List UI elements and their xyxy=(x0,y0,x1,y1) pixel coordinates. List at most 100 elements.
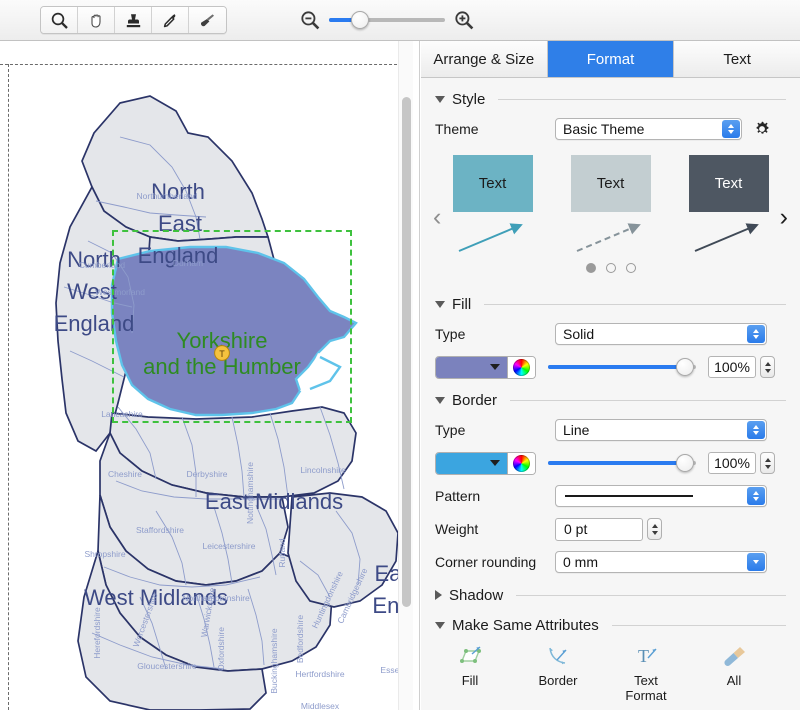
carousel-dot-1[interactable] xyxy=(585,263,596,273)
make-same-all-button[interactable]: All xyxy=(703,644,765,704)
make-same-border-button[interactable]: Border xyxy=(527,644,589,704)
sidebar-tabbar: Arrange & Size Format Text xyxy=(421,41,800,78)
solid-line-icon xyxy=(565,495,693,497)
border-opacity-knob[interactable] xyxy=(676,454,694,472)
border-pattern-label: Pattern xyxy=(435,488,481,504)
paintbrush-all-icon xyxy=(724,647,745,666)
map-graphic[interactable]: .reg { fill:#e4e6ea; stroke:#2b3468; str… xyxy=(0,41,407,710)
magnifier-icon xyxy=(51,12,68,29)
border-color-wheel-button[interactable] xyxy=(507,452,535,474)
style-arrow-1[interactable] xyxy=(453,217,533,257)
fill-color-control[interactable] xyxy=(435,355,536,379)
application-window: .reg { fill:#e4e6ea; stroke:#2b3468; str… xyxy=(0,0,800,710)
make-same-text-format-button[interactable]: T Text Format xyxy=(615,644,677,704)
gear-icon[interactable] xyxy=(752,119,772,139)
svg-text:Northumberland: Northumberland xyxy=(137,191,198,201)
row-border-color: 100% xyxy=(421,451,800,475)
section-make-same-title: Make Same Attributes xyxy=(452,616,599,634)
tool-group xyxy=(40,6,227,34)
disclosure-triangle-icon[interactable] xyxy=(435,396,445,404)
row-fill-color: 100% xyxy=(421,355,800,379)
disclosure-triangle-icon[interactable] xyxy=(435,95,445,103)
border-opacity-stepper[interactable] xyxy=(760,452,775,474)
svg-text:Herefordshire: Herefordshire xyxy=(92,607,102,659)
svg-text:Cumberland: Cumberland xyxy=(79,260,126,270)
canvas-scroll-thumb[interactable] xyxy=(402,97,411,607)
style-arrow-3[interactable] xyxy=(689,217,769,257)
make-same-border-label: Border xyxy=(538,673,578,688)
svg-text:T: T xyxy=(219,349,225,359)
border-type-stepper[interactable] xyxy=(747,421,765,439)
hand-icon xyxy=(90,13,101,28)
tab-format[interactable]: Format xyxy=(547,41,675,77)
style-arrow-previews xyxy=(421,217,800,257)
fill-opacity-knob[interactable] xyxy=(676,358,694,376)
border-opacity-slider[interactable] xyxy=(548,454,696,472)
make-same-text-format-label: Text Format xyxy=(625,673,667,703)
zoom-in-icon[interactable] xyxy=(453,9,475,31)
top-toolbar xyxy=(0,0,800,41)
disclosure-triangle-icon[interactable] xyxy=(435,300,445,308)
section-make-same-attributes[interactable]: Make Same Attributes xyxy=(421,616,800,634)
pan-hand-tool[interactable] xyxy=(78,7,115,33)
fill-type-select[interactable]: Solid xyxy=(555,323,767,345)
border-color-swatch[interactable] xyxy=(436,452,507,474)
style-arrow-2[interactable] xyxy=(571,217,651,257)
zoom-out-icon[interactable] xyxy=(299,9,321,31)
border-type-label: Type xyxy=(435,422,466,438)
section-divider xyxy=(510,399,786,401)
fill-color-wheel-button[interactable] xyxy=(507,356,535,378)
style-thumb-1[interactable]: Text xyxy=(452,155,533,212)
row-corner-rounding: Corner rounding 0 mm xyxy=(421,550,800,574)
border-pattern-select[interactable] xyxy=(555,485,767,507)
fill-color-swatch[interactable] xyxy=(436,356,507,378)
make-same-fill-button[interactable]: Fill xyxy=(439,644,501,704)
section-divider xyxy=(498,98,786,100)
carousel-dot-3[interactable] xyxy=(625,263,636,273)
text-marker-badge[interactable]: T xyxy=(214,345,230,361)
section-border[interactable]: Border xyxy=(421,391,800,409)
section-shadow[interactable]: Shadow xyxy=(421,586,800,604)
canvas-vertical-scrollbar[interactable] xyxy=(398,41,413,710)
stamp-tool[interactable] xyxy=(115,7,152,33)
carousel-dot-2[interactable] xyxy=(605,263,616,273)
zoom-control xyxy=(299,9,475,31)
border-color-control[interactable] xyxy=(435,451,536,475)
disclosure-triangle-icon[interactable] xyxy=(435,621,445,629)
corner-rounding-combo[interactable]: 0 mm xyxy=(555,551,767,573)
corner-rounding-chevron[interactable] xyxy=(747,553,765,571)
carousel-next-button[interactable]: › xyxy=(780,205,788,230)
svg-text:Durham: Durham xyxy=(173,258,203,268)
svg-text:Shropshire: Shropshire xyxy=(84,549,125,559)
tab-text[interactable]: Text xyxy=(674,41,800,77)
theme-select[interactable]: Basic Theme xyxy=(555,118,742,140)
section-fill[interactable]: Fill xyxy=(421,295,800,313)
fill-opacity-slider[interactable] xyxy=(548,358,696,376)
paintbrush-icon xyxy=(201,13,214,26)
paintbrush-tool[interactable] xyxy=(189,7,226,33)
zoom-slider-knob[interactable] xyxy=(351,11,369,29)
border-pattern-stepper[interactable] xyxy=(747,487,765,505)
carousel-prev-button[interactable]: ‹ xyxy=(433,205,441,230)
magnifier-tool[interactable] xyxy=(41,7,78,33)
fill-opacity-stepper[interactable] xyxy=(760,356,775,378)
tab-arrange-and-size[interactable]: Arrange & Size xyxy=(421,41,548,77)
zoom-slider[interactable] xyxy=(329,11,445,29)
drawing-canvas[interactable]: .reg { fill:#e4e6ea; stroke:#2b3468; str… xyxy=(0,41,420,710)
arrow-solid-teal-icon xyxy=(458,223,523,252)
border-type-select[interactable]: Line xyxy=(555,419,767,441)
style-thumb-2[interactable]: Text xyxy=(570,155,651,212)
svg-text:East: East xyxy=(158,211,202,236)
theme-select-stepper[interactable] xyxy=(722,120,740,138)
section-style[interactable]: Style xyxy=(421,90,800,108)
border-weight-input[interactable]: 0 pt xyxy=(555,517,643,541)
style-thumb-3[interactable]: Text xyxy=(688,155,769,212)
eyedropper-tool[interactable] xyxy=(152,7,189,33)
fill-opacity-value[interactable]: 100% xyxy=(708,356,756,378)
svg-text:Westmorland: Westmorland xyxy=(95,287,145,297)
fill-type-stepper[interactable] xyxy=(747,325,765,343)
border-weight-stepper[interactable] xyxy=(647,518,662,540)
row-border-pattern: Pattern xyxy=(421,484,800,508)
border-opacity-value[interactable]: 100% xyxy=(708,452,756,474)
disclosure-triangle-icon[interactable] xyxy=(435,590,442,600)
